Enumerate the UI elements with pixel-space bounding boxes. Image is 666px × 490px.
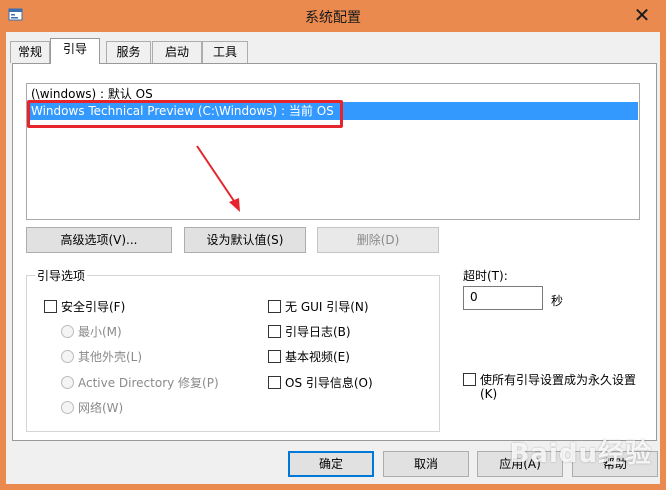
active-directory-repair-radio[interactable]: Active Directory 修复(P): [61, 374, 219, 391]
tab-general[interactable]: 常规: [10, 41, 50, 63]
group-title: 引导选项: [35, 267, 88, 284]
arrow-annotation-icon: [196, 145, 240, 212]
radio-circle[interactable]: [61, 325, 74, 338]
tab-label: 启动: [164, 45, 189, 59]
tab-startup[interactable]: 启动: [152, 41, 202, 63]
window-title: 系统配置: [305, 10, 361, 26]
radio-label: 网络(W): [78, 401, 124, 415]
window-client: 常规 引导 服务 启动 工具 (\windows) : 默认 OS Window…: [6, 32, 660, 484]
baidu-watermark: Baidu经验: [509, 439, 652, 469]
checkbox-box[interactable]: [268, 300, 281, 313]
advanced-options-button[interactable]: 高级选项(V)...: [26, 227, 172, 253]
tab-label: 服务: [116, 45, 141, 59]
checkbox-label: 无 GUI 引导(N): [285, 300, 369, 314]
checkbox-label: 安全引导(F): [61, 300, 126, 314]
minimal-radio[interactable]: 最小(M): [61, 323, 122, 340]
timeout-label: 超时(T):: [463, 269, 508, 283]
tab-label: 工具: [212, 45, 237, 59]
title-bar: 系统配置 ✕: [0, 0, 666, 32]
safe-boot-checkbox[interactable]: 安全引导(F): [44, 298, 125, 315]
checkbox-box[interactable]: [463, 373, 476, 386]
network-radio[interactable]: 网络(W): [61, 399, 123, 416]
no-gui-boot-checkbox[interactable]: 无 GUI 引导(N): [268, 298, 369, 315]
tab-services[interactable]: 服务: [106, 41, 151, 63]
checkbox-box[interactable]: [44, 300, 57, 313]
checkbox-label: 引导日志(B): [285, 325, 351, 339]
delete-button[interactable]: 删除(D): [317, 227, 439, 253]
ok-button[interactable]: 确定: [288, 451, 374, 477]
tab-label: 常规: [17, 45, 42, 59]
tab-boot[interactable]: 引导: [50, 38, 100, 64]
checkbox-label: 基本视频(E): [285, 350, 350, 364]
radio-label: 最小(M): [78, 325, 122, 339]
boot-log-checkbox[interactable]: 引导日志(B): [268, 323, 351, 340]
checkbox-box[interactable]: [268, 376, 281, 389]
base-video-checkbox[interactable]: 基本视频(E): [268, 348, 350, 365]
timeout-input[interactable]: 0: [463, 286, 543, 310]
boot-options-group: 引导选项 安全引导(F) 最小(M) 其他外壳(L) Active Direct…: [26, 267, 440, 432]
os-boot-info-checkbox[interactable]: OS 引导信息(O): [268, 374, 373, 391]
radio-label: Active Directory 修复(P): [78, 376, 219, 390]
boot-tab-panel: (\windows) : 默认 OS Windows Technical Pre…: [12, 63, 657, 441]
tab-tools[interactable]: 工具: [202, 41, 248, 63]
permanent-settings-checkbox[interactable]: 使所有引导设置成为永久设置: [463, 371, 636, 388]
checkbox-box[interactable]: [268, 350, 281, 363]
close-icon: ✕: [633, 3, 651, 27]
radio-label: 其他外壳(L): [78, 350, 143, 364]
checkbox-box[interactable]: [268, 325, 281, 338]
alternate-shell-radio[interactable]: 其他外壳(L): [61, 348, 142, 365]
timeout-unit: 秒: [551, 294, 564, 308]
radio-circle[interactable]: [61, 401, 74, 414]
tab-label: 引导: [62, 42, 87, 56]
close-button[interactable]: ✕: [628, 2, 656, 28]
set-default-button[interactable]: 设为默认值(S): [184, 227, 306, 253]
radio-circle[interactable]: [61, 376, 74, 389]
highlight-annotation: [27, 100, 343, 128]
permanent-settings-label-cont: (K): [480, 387, 498, 401]
cancel-button[interactable]: 取消: [383, 451, 469, 477]
checkbox-label: 使所有引导设置成为永久设置: [480, 373, 637, 387]
checkbox-label: OS 引导信息(O): [285, 376, 373, 390]
radio-circle[interactable]: [61, 350, 74, 363]
